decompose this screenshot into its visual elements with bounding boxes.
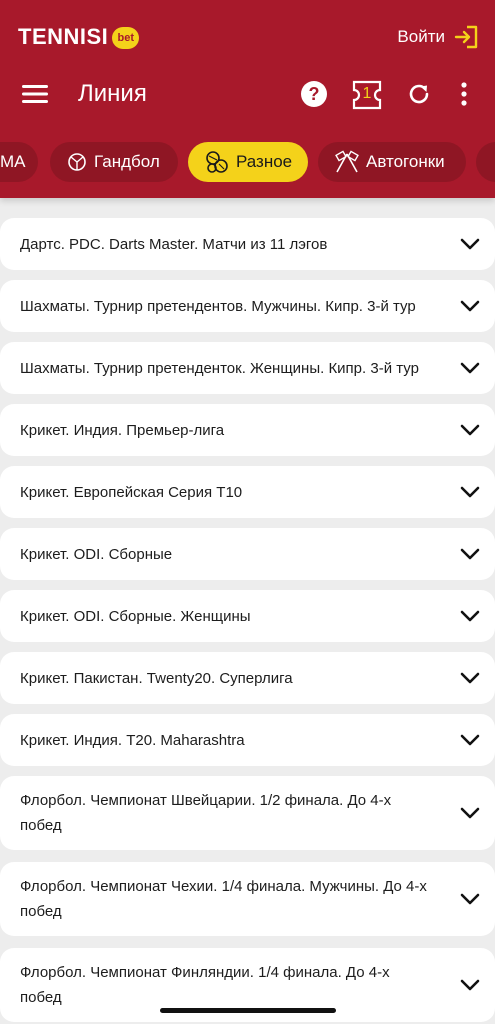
list-item[interactable]: Флорбол. Чемпионат Чехии. 1/4 финала. Му…	[0, 862, 495, 936]
chevron-down-icon	[460, 362, 480, 374]
sport-chips: MA Гандбол Разное Автогонки	[0, 142, 495, 182]
chevron-down-icon	[460, 610, 480, 622]
chevron-down-icon	[460, 807, 480, 819]
list-item-label: Крикет. Индия. Премьер-лига	[20, 421, 225, 439]
list-item-label: Крикет. ODI. Сборные. Женщины	[20, 607, 251, 625]
list-item-label: Крикет. ODI. Сборные	[20, 545, 173, 563]
chip-label: Гандбол	[94, 152, 160, 171]
chevron-down-icon	[460, 300, 480, 312]
brand-name: TENNISI	[18, 24, 109, 49]
help-icon: ?	[301, 81, 327, 107]
list-item-label: Крикет. Пакистан. Twenty20. Суперлига	[20, 669, 293, 687]
list-item-label: Дартс. PDC. Darts Master. Матчи из 11 лэ…	[20, 235, 328, 253]
refresh-icon	[409, 84, 429, 104]
misc-balls-icon	[204, 150, 230, 174]
list-item[interactable]: Крикет. ODI. Сборные	[0, 528, 495, 580]
chevron-down-icon	[460, 486, 480, 498]
more-button[interactable]	[449, 79, 479, 109]
chip-next[interactable]	[476, 142, 495, 182]
app-header: TENNISI bet Войти Линия ? 1 MA Гандбол Р…	[0, 0, 495, 198]
chip-label: Разное	[236, 152, 293, 171]
chevron-down-icon	[460, 548, 480, 560]
help-button[interactable]: ?	[299, 79, 329, 109]
racing-flags-icon	[334, 150, 360, 174]
list-item-label: Флорбол. Чемпионат Швейцарии. 1/2 финала…	[20, 792, 392, 834]
list-item[interactable]: Крикет. Индия. Премьер-лига	[0, 404, 495, 456]
login-button[interactable]: Войти	[397, 22, 479, 52]
chevron-down-icon	[460, 893, 480, 905]
more-vert-icon	[461, 82, 467, 106]
coupon-button[interactable]: 1	[351, 79, 383, 110]
refresh-button[interactable]	[404, 79, 434, 109]
chevron-down-icon	[460, 238, 480, 250]
toolbar: Линия ? 1	[0, 70, 495, 120]
chip-handball[interactable]: Гандбол	[50, 142, 178, 182]
list-item-label: Флорбол. Чемпионат Финляндии. 1/4 финала…	[20, 964, 390, 1006]
list-item[interactable]: Крикет. Пакистан. Twenty20. Суперлига	[0, 652, 495, 704]
home-indicator[interactable]	[160, 1008, 336, 1013]
list-item[interactable]: Дартс. PDC. Darts Master. Матчи из 11 лэ…	[0, 218, 495, 270]
list-item[interactable]: Шахматы. Турнир претенденток. Женщины. К…	[0, 342, 495, 394]
handball-icon	[66, 151, 88, 173]
chevron-down-icon	[460, 979, 480, 991]
chip-racing[interactable]: Автогонки	[318, 142, 466, 182]
chip-label: MA	[0, 152, 26, 171]
login-icon	[454, 25, 478, 49]
list-item[interactable]: Шахматы. Турнир претендентов. Мужчины. К…	[0, 280, 495, 332]
list-item[interactable]: Флорбол. Чемпионат Швейцарии. 1/2 финала…	[0, 776, 495, 850]
chip-mma[interactable]: MA	[0, 142, 38, 182]
chevron-down-icon	[460, 672, 480, 684]
list-item-label: Крикет. Индия. T20. Maharashtra	[20, 731, 245, 749]
hamburger-menu-icon[interactable]	[22, 82, 48, 106]
list-item-label: Флорбол. Чемпионат Чехии. 1/4 финала. Му…	[20, 878, 427, 920]
chevron-down-icon	[460, 734, 480, 746]
brand-logo[interactable]: TENNISI bet	[18, 22, 140, 52]
list-item[interactable]: Крикет. Европейская Серия Т10	[0, 466, 495, 518]
page-title: Линия	[78, 80, 147, 107]
list-item-label: Шахматы. Турнир претендентов. Мужчины. К…	[20, 297, 416, 315]
list-item-label: Крикет. Европейская Серия Т10	[20, 483, 243, 501]
list-item-label: Шахматы. Турнир претенденток. Женщины. К…	[20, 359, 419, 377]
list-item[interactable]: Крикет. Индия. T20. Maharashtra	[0, 714, 495, 766]
brand-badge: bet	[112, 27, 140, 49]
svg-text:?: ?	[309, 84, 320, 104]
chip-label: Автогонки	[366, 152, 445, 171]
login-label: Войти	[397, 27, 445, 46]
chevron-down-icon	[460, 424, 480, 436]
coupon-count: 1	[362, 85, 372, 102]
chip-misc[interactable]: Разное	[188, 142, 308, 182]
list-item[interactable]: Крикет. ODI. Сборные. Женщины	[0, 590, 495, 642]
